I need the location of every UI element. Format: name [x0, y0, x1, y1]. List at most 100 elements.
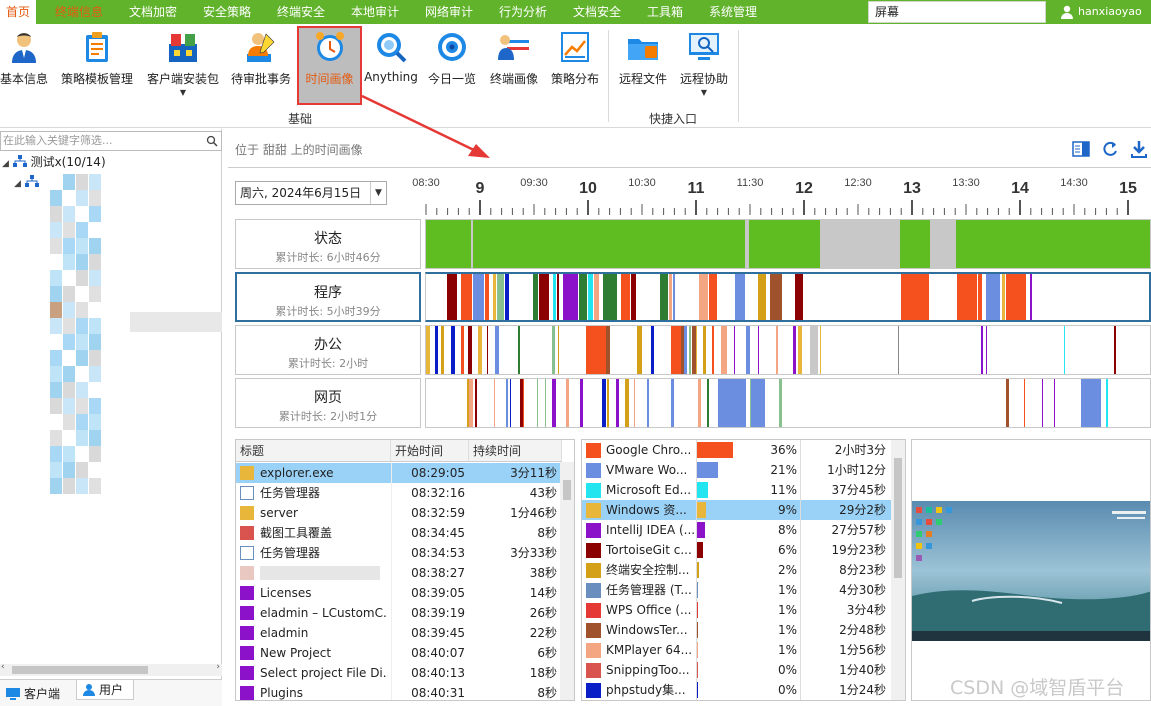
activity-segment[interactable]: [776, 326, 778, 374]
activity-segment[interactable]: [673, 274, 675, 320]
activity-segment[interactable]: [552, 326, 555, 374]
search-input[interactable]: 屏幕: [868, 1, 1046, 23]
activity-segment[interactable]: [533, 274, 538, 320]
activity-segment[interactable]: [1064, 326, 1065, 374]
activity-segment[interactable]: [1030, 274, 1032, 320]
activity-segment[interactable]: [749, 220, 810, 268]
column-header-start[interactable]: 开始时间: [391, 440, 469, 462]
activity-segment[interactable]: [637, 326, 642, 374]
download-button[interactable]: [1129, 139, 1149, 159]
activity-segment[interactable]: [478, 326, 482, 374]
activity-segment[interactable]: [712, 326, 714, 374]
lane-label-3[interactable]: 网页 累计时长: 2小时1分: [235, 378, 421, 428]
search-icon[interactable]: [206, 135, 218, 147]
activity-segment[interactable]: [684, 326, 687, 374]
activity-segment[interactable]: [539, 274, 549, 320]
activity-segment[interactable]: [900, 220, 930, 268]
activity-segment[interactable]: [758, 274, 766, 320]
activity-segment[interactable]: [978, 274, 982, 320]
tab-client[interactable]: 客户端: [2, 684, 70, 704]
activity-segment[interactable]: [746, 326, 750, 374]
list-item[interactable]: WPS Office (... 1% 3分4秒: [582, 600, 892, 620]
layout-toggle-button[interactable]: [1071, 139, 1091, 159]
lane-track-0[interactable]: [425, 219, 1151, 269]
activity-segment[interactable]: [461, 274, 472, 320]
activity-segment[interactable]: [793, 326, 796, 374]
activity-segment[interactable]: [986, 274, 1000, 320]
activity-segment[interactable]: [709, 274, 717, 320]
menu-item-3[interactable]: 安全策略: [196, 0, 258, 24]
activity-segment[interactable]: [671, 326, 681, 374]
list-item[interactable]: Windows 资... 9% 29分2秒: [582, 500, 892, 520]
activity-segment[interactable]: [901, 274, 929, 320]
activity-segment[interactable]: [579, 274, 587, 320]
policy-template-button[interactable]: 策略模板管理: [58, 28, 136, 108]
expand-arrow-icon[interactable]: ◢: [14, 179, 21, 189]
activity-segment[interactable]: [671, 379, 674, 427]
activity-segment[interactable]: [616, 379, 619, 427]
table-row[interactable]: 任务管理器 08:34:53 3分33秒: [236, 543, 562, 563]
activity-segment[interactable]: [647, 379, 649, 427]
activity-segment[interactable]: [1006, 379, 1009, 427]
tree-child-node[interactable]: ◢: [14, 174, 39, 192]
activity-segment[interactable]: [798, 326, 802, 374]
activity-segment[interactable]: [1042, 379, 1043, 427]
activity-segment[interactable]: [518, 326, 520, 374]
activity-segment[interactable]: [795, 274, 803, 320]
activity-segment[interactable]: [758, 326, 759, 374]
activity-segment[interactable]: [475, 379, 477, 427]
table-row[interactable]: eladmin – LCustomC... 08:39:19 26秒: [236, 603, 562, 623]
activity-segment[interactable]: [1054, 379, 1055, 427]
activity-segment[interactable]: [461, 326, 464, 374]
remote-assist-button[interactable]: 远程协助 ▼: [676, 28, 732, 108]
activity-segment[interactable]: [563, 274, 578, 320]
activity-segment[interactable]: [625, 379, 629, 427]
activity-segment[interactable]: [770, 274, 782, 320]
activity-segment[interactable]: [1002, 274, 1005, 320]
lane-label-0[interactable]: 状态 累计时长: 6小时46分: [235, 219, 421, 269]
activity-segment[interactable]: [469, 379, 473, 427]
activity-segment[interactable]: [487, 326, 488, 374]
activity-segment[interactable]: [810, 220, 820, 268]
menu-item-9[interactable]: 工具箱: [640, 0, 690, 24]
activity-segment[interactable]: [485, 274, 489, 320]
expand-arrow-icon[interactable]: ◢: [2, 159, 9, 169]
activity-segment[interactable]: [1081, 379, 1101, 427]
activity-segment[interactable]: [494, 379, 495, 427]
menu-item-2[interactable]: 文档加密: [122, 0, 184, 24]
table-row[interactable]: Licenses 08:39:05 14秒: [236, 583, 562, 603]
activity-segment[interactable]: [898, 326, 899, 374]
list-item[interactable]: phpstudy集... 0% 1分24秒: [582, 680, 892, 700]
scroll-thumb[interactable]: [12, 666, 148, 674]
tab-user[interactable]: 用户: [76, 680, 134, 700]
lane-track-3[interactable]: [425, 378, 1151, 428]
activity-segment[interactable]: [810, 326, 818, 374]
activity-segment[interactable]: [734, 326, 735, 374]
list-item[interactable]: VMware Wo... 21% 1小时12分: [582, 460, 892, 480]
activity-segment[interactable]: [721, 326, 727, 374]
activity-segment[interactable]: [669, 274, 672, 320]
activity-segment[interactable]: [689, 326, 691, 374]
activity-segment[interactable]: [552, 379, 556, 427]
activity-segment[interactable]: [497, 274, 504, 320]
lane-track-1[interactable]: [425, 272, 1151, 322]
activity-segment[interactable]: [651, 326, 654, 374]
menu-item-7[interactable]: 行为分析: [492, 0, 554, 24]
vertical-scrollbar[interactable]: [560, 462, 574, 700]
screenshot-preview[interactable]: [911, 439, 1151, 701]
activity-segment[interactable]: [558, 326, 559, 374]
table-row[interactable]: 任务管理器 08:32:16 43秒: [236, 483, 562, 503]
activity-segment[interactable]: [699, 274, 708, 320]
activity-segment[interactable]: [1024, 379, 1025, 427]
table-row[interactable]: 08:38:27 38秒: [236, 563, 562, 583]
activity-segment[interactable]: [435, 326, 438, 374]
activity-segment[interactable]: [956, 220, 1150, 268]
activity-segment[interactable]: [553, 274, 556, 320]
activity-segment[interactable]: [820, 220, 900, 268]
basic-info-button[interactable]: 基本信息: [0, 28, 50, 108]
refresh-button[interactable]: [1100, 139, 1120, 159]
activity-segment[interactable]: [557, 274, 559, 320]
list-item[interactable]: 任务管理器 (T... 1% 4分30秒: [582, 580, 892, 600]
horizontal-scrollbar[interactable]: ‹ ›: [0, 662, 222, 676]
activity-segment[interactable]: [426, 326, 430, 374]
